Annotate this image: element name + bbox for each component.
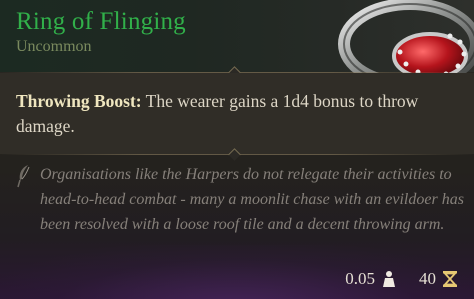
- effect-panel: Throwing Boost: The wearer gains a 1d4 b…: [0, 73, 474, 154]
- weight-value: 0.05: [345, 269, 375, 288]
- hourglass-value-icon: [442, 271, 458, 287]
- item-rarity: Uncommon: [16, 38, 92, 55]
- quill-icon: [17, 165, 30, 188]
- effect-divider: [0, 148, 474, 161]
- tooltip-header: Ring of Flinging Uncommon: [0, 0, 474, 90]
- gold-value: 40: [419, 269, 436, 288]
- effect-title: Throwing Boost:: [16, 91, 142, 111]
- weight-icon: [383, 271, 395, 287]
- lore-text: Organisations like the Harpers do not re…: [40, 166, 464, 233]
- effect-text: Throwing Boost: The wearer gains a 1d4 b…: [16, 89, 456, 139]
- item-stats: 0.05 40: [345, 268, 458, 290]
- item-name: Ring of Flinging: [16, 8, 186, 35]
- item-tooltip: Ring of Flinging Uncommon Throwing Boost…: [0, 0, 474, 299]
